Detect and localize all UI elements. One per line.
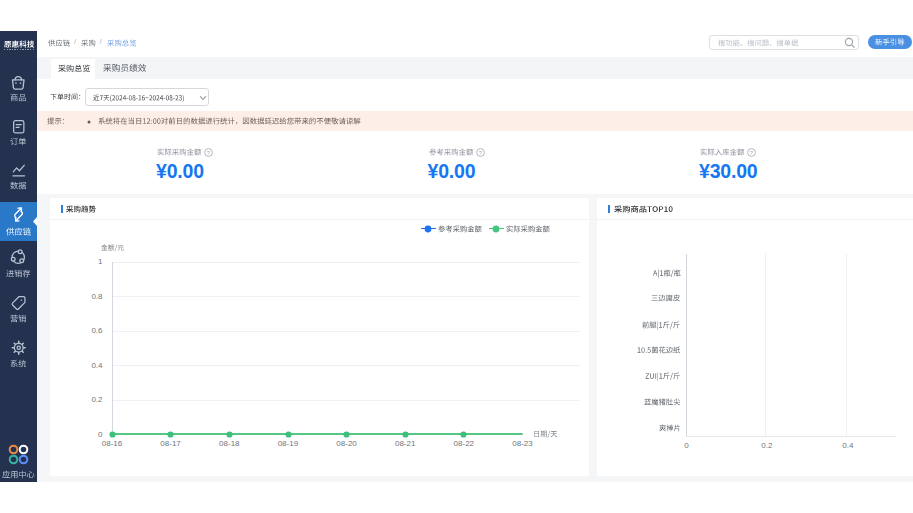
svg-text:?: ?	[479, 150, 483, 156]
svg-text:?: ?	[207, 150, 211, 156]
svg-text:?: ?	[750, 150, 754, 156]
